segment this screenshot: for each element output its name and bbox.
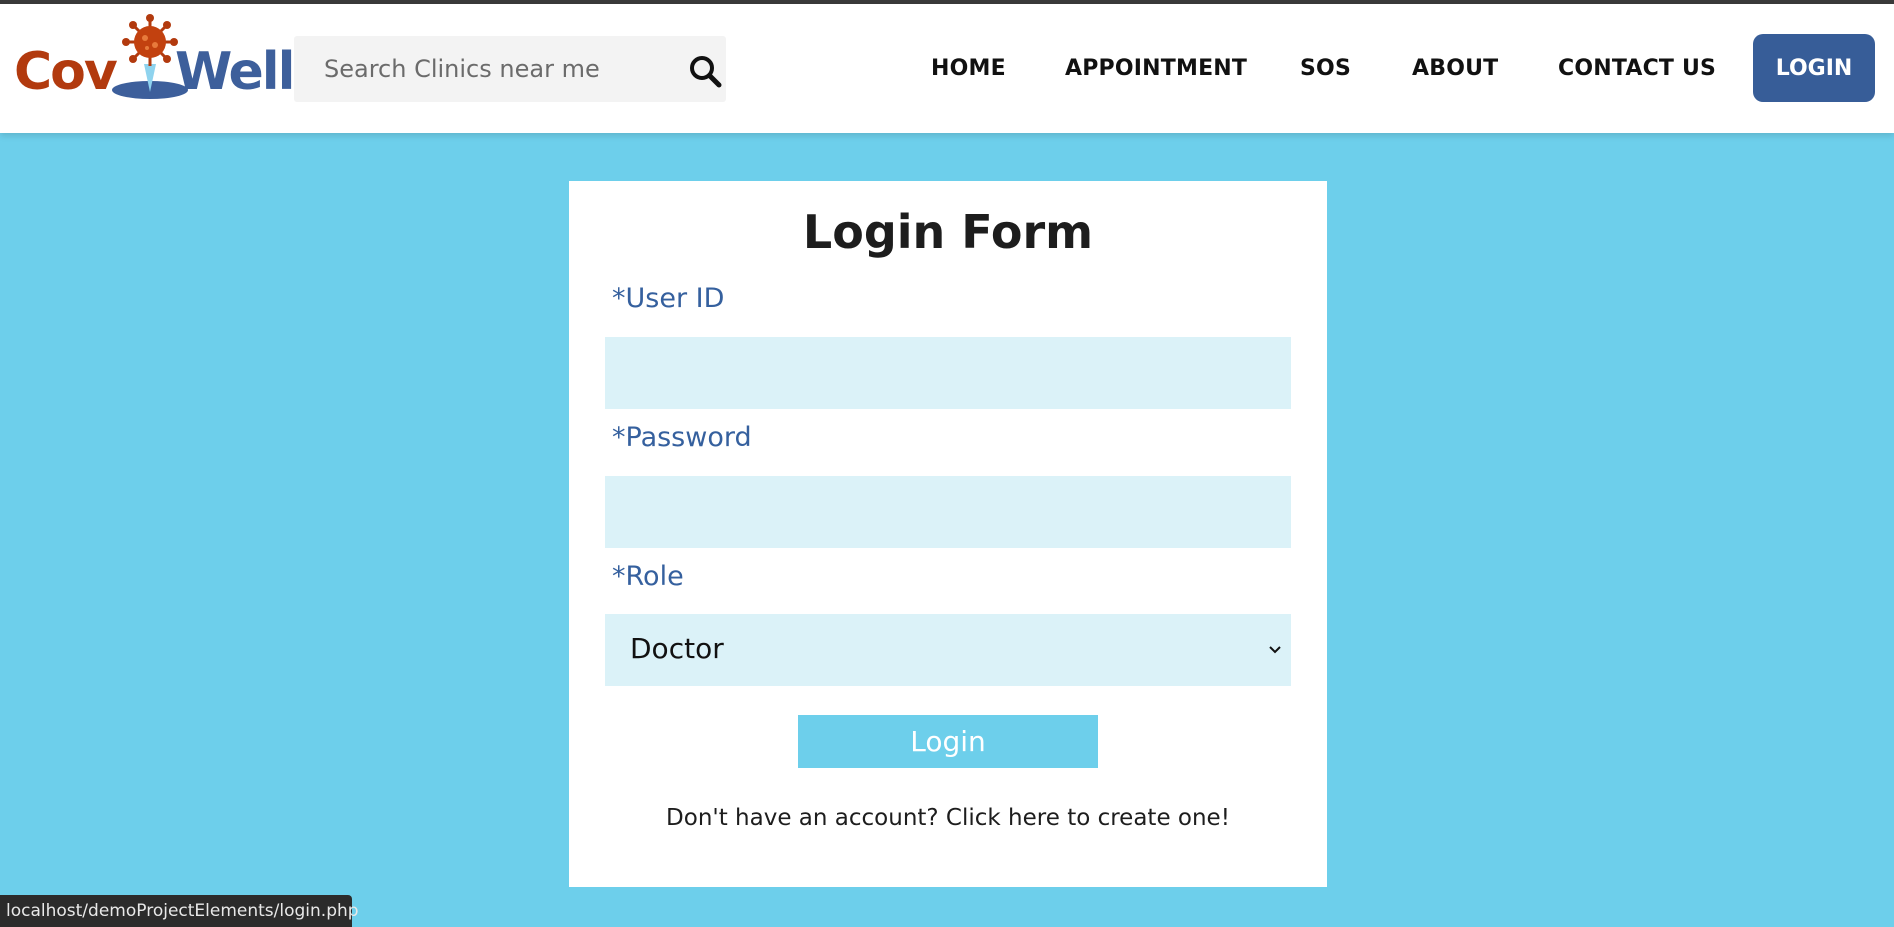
create-account-link[interactable]: Don't have an account? Click here to cre… — [569, 805, 1327, 831]
role-selected-value: Doctor — [630, 632, 724, 665]
nav-appointment[interactable]: APPOINTMENT — [1065, 56, 1247, 81]
nav-login-button[interactable]: LOGIN — [1753, 34, 1875, 102]
nav-about[interactable]: ABOUT — [1412, 56, 1498, 81]
nav-contact-us[interactable]: CONTACT US — [1558, 56, 1716, 81]
login-form-card: Login Form *User ID *Password *Role Doct… — [569, 181, 1327, 887]
logo-text-well: Well — [175, 42, 295, 102]
browser-status-bar: localhost/demoProjectElements/login.php — [0, 895, 359, 927]
search-icon[interactable] — [688, 54, 722, 88]
password-input[interactable] — [605, 476, 1291, 548]
navbar: Cov Well Search Clinics near me HOME APP… — [0, 4, 1894, 133]
search-bar — [294, 36, 726, 102]
user-id-label: *User ID — [612, 283, 725, 314]
password-label: *Password — [612, 422, 752, 453]
chevron-down-icon — [1269, 646, 1281, 654]
nav-home[interactable]: HOME — [931, 56, 1006, 81]
nav-sos[interactable]: SOS — [1300, 56, 1351, 81]
user-id-input[interactable] — [605, 337, 1291, 409]
covwell-logo[interactable]: Cov Well — [12, 12, 295, 104]
form-title: Login Form — [802, 205, 1094, 259]
search-input[interactable] — [294, 36, 664, 102]
login-submit-button[interactable]: Login — [798, 715, 1098, 768]
role-select[interactable]: Doctor — [605, 614, 1291, 686]
role-label: *Role — [612, 561, 684, 592]
